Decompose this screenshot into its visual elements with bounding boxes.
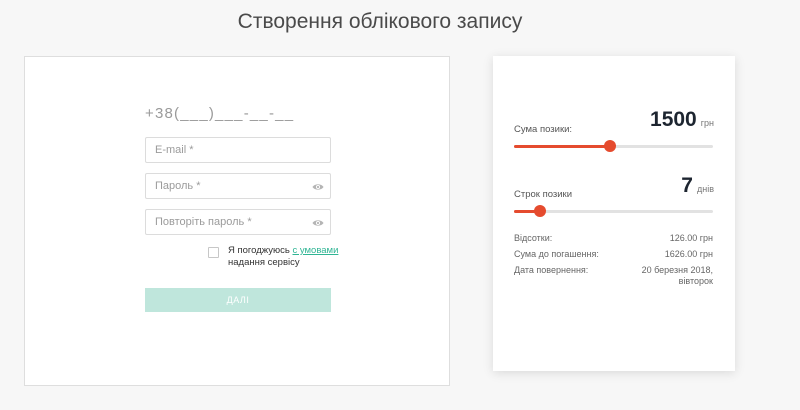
detail-value: 126.00 грн xyxy=(669,233,713,243)
loan-amount-number: 1500 xyxy=(650,108,697,131)
email-field[interactable] xyxy=(145,137,331,163)
loan-term-unit: днів xyxy=(696,184,714,194)
password-input[interactable] xyxy=(146,174,330,198)
email-input[interactable] xyxy=(146,138,330,162)
loan-term-number: 7 xyxy=(681,174,693,197)
loan-term-value: 7 днів xyxy=(681,174,714,198)
registration-card: +38(___)___-__-__ Я погоджуюсь с умовами… xyxy=(24,56,450,386)
page: Створення облікового запису +38(___)___-… xyxy=(0,0,800,410)
password-repeat-field[interactable] xyxy=(145,209,331,235)
slider-thumb[interactable] xyxy=(603,140,616,152)
loan-details: Відсотки: 126.00 грн Сума до погашення: … xyxy=(514,233,713,292)
detail-label: Дата повернення: xyxy=(514,265,589,275)
detail-row: Сума до погашення: 1626.00 грн xyxy=(514,249,713,260)
detail-row: Відсотки: 126.00 грн xyxy=(514,233,713,244)
password-field[interactable] xyxy=(145,173,331,199)
terms-checkbox[interactable] xyxy=(208,247,219,258)
password-repeat-input[interactable] xyxy=(146,210,330,234)
slider-fill xyxy=(514,145,610,148)
page-title: Створення облікового запису xyxy=(237,10,523,33)
loan-amount-value: 1500 грн xyxy=(650,108,714,132)
detail-label: Відсотки: xyxy=(514,233,553,243)
phone-field[interactable]: +38(___)___-__-__ xyxy=(145,105,294,122)
terms-prefix: Я погоджуюсь xyxy=(228,245,293,256)
detail-value: 1626.00 грн xyxy=(664,249,713,259)
loan-amount-slider[interactable] xyxy=(514,140,713,152)
detail-value: 20 березня 2018, вівторок xyxy=(641,265,713,286)
terms-link[interactable]: с умовами xyxy=(292,245,338,256)
loan-amount-label: Сума позики: xyxy=(514,124,573,135)
loan-term-label: Строк позики xyxy=(514,189,573,200)
terms-agreement: Я погоджуюсь с умовами надання сервісу xyxy=(208,245,340,269)
loan-amount-unit: грн xyxy=(700,118,714,128)
loan-calculator-card: Сума позики: 1500 грн Строк позики 7 днів … xyxy=(493,56,735,371)
terms-text: Я погоджуюсь с умовами надання сервісу xyxy=(228,245,340,269)
detail-row: Дата повернення: 20 березня 2018, вівтор… xyxy=(514,265,713,287)
next-button[interactable]: ДАЛІ xyxy=(145,288,331,312)
eye-icon[interactable] xyxy=(312,217,324,229)
slider-thumb[interactable] xyxy=(533,205,546,217)
detail-label: Сума до погашення: xyxy=(514,249,599,259)
terms-suffix: надання сервісу xyxy=(228,257,300,268)
eye-icon[interactable] xyxy=(312,181,324,193)
loan-term-slider[interactable] xyxy=(514,205,713,217)
